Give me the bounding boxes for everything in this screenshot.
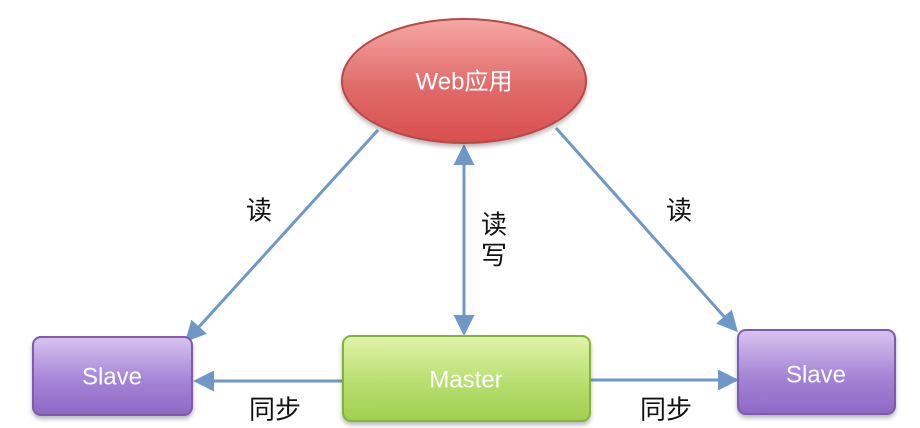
edge-label-read-right: 读 xyxy=(666,197,692,227)
slave-left-node: Slave xyxy=(32,336,193,416)
slave-right-node: Slave xyxy=(737,329,896,415)
slave-left-label: Slave xyxy=(82,363,142,390)
edge-label-write-center: 写 xyxy=(481,242,507,272)
edge-web-to-slave-left xyxy=(185,128,380,343)
edge-web-to-slave-right xyxy=(554,127,738,333)
master-label: Master xyxy=(429,366,502,393)
master-slave-diagram: Web应用 Slave Master Slave 读 读 写 读 同步 同步 xyxy=(32,18,896,426)
web-app-node: Web应用 xyxy=(341,18,587,144)
edge-label-read-center: 读 xyxy=(481,211,507,241)
edge-label-sync-right: 同步 xyxy=(640,396,692,426)
edge-label-read-left: 读 xyxy=(246,197,272,227)
web-app-label: Web应用 xyxy=(416,68,513,95)
master-node: Master xyxy=(342,335,591,422)
slave-right-label: Slave xyxy=(786,361,846,388)
edge-label-sync-left: 同步 xyxy=(249,396,301,426)
